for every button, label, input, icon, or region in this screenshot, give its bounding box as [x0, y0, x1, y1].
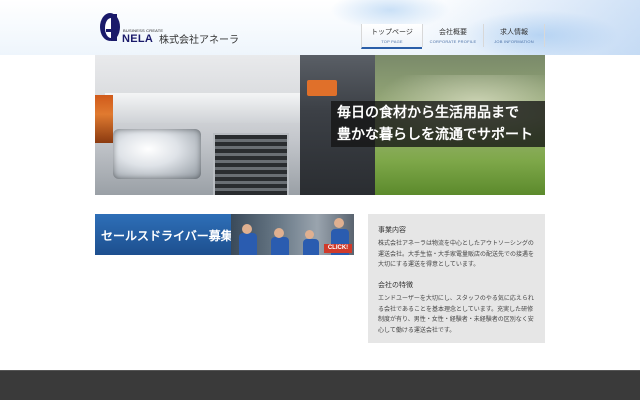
logo-wordmark: NELA: [122, 33, 154, 45]
company-name: 株式会社アネーラ: [159, 35, 239, 46]
nav-item-job-information[interactable]: 求人情報 JOB INFORMATION: [483, 24, 545, 47]
staff-head: [274, 228, 284, 238]
company-info-box: 事業内容 株式会社アネーラは物流を中心としたアウトソーシングの運送会社。大手生協…: [368, 214, 545, 343]
logo-mark-icon: [100, 13, 120, 41]
business-section-title: 事業内容: [378, 226, 406, 234]
nav-item-label: トップページ: [371, 28, 413, 36]
site-footer: [0, 370, 640, 400]
staff-head: [334, 218, 344, 228]
hero-caption: 毎日の食材から生活用品まで 豊かな暮らしを流通でサポート: [331, 101, 545, 147]
staff-head: [305, 230, 314, 239]
features-section-body: エンドユーザーを大切にし、スタッフのやる気に応えられる会社であることを基本理念と…: [378, 295, 534, 334]
staff-head: [242, 224, 252, 234]
nav-item-sublabel: CORPORATE PROFILE: [429, 39, 477, 44]
staff-figure: [239, 233, 257, 255]
staff-figure: [271, 237, 289, 255]
nav-item-top-page[interactable]: トップページ TOP PAGE: [361, 24, 422, 49]
nav-item-corporate-profile[interactable]: 会社概要 CORPORATE PROFILE: [422, 24, 483, 47]
hero-caption-line1: 毎日の食材から生活用品まで: [337, 105, 519, 121]
nav-item-sublabel: TOP PAGE: [381, 39, 403, 44]
truck-turn-signal: [95, 95, 113, 143]
staff-figure: [303, 239, 319, 255]
hero-caption-line2: 豊かな暮らしを流通でサポート: [337, 127, 533, 143]
global-nav: トップページ TOP PAGE 会社概要 CORPORATE PROFILE 求…: [361, 24, 545, 49]
business-section-body: 株式会社アネーラは物流を中心としたアウトソーシングの運送会社。大手生協・大手家電…: [378, 240, 535, 268]
click-badge: CLICK!: [324, 244, 352, 253]
features-section-title: 会社の特徴: [378, 281, 413, 289]
truck-grille: [213, 133, 289, 195]
recruit-banner-title: セールスドライバー募集: [101, 229, 233, 243]
site-header: BUSINESS CREATE NELA 株式会社アネーラ トップページ TOP…: [95, 0, 545, 55]
nav-item-label: 求人情報: [500, 28, 528, 36]
second-truck-lamp: [307, 80, 337, 96]
hero-image: 毎日の食材から生活用品まで 豊かな暮らしを流通でサポート: [95, 55, 545, 195]
truck-hood: [105, 93, 305, 123]
nav-item-label: 会社概要: [439, 28, 467, 36]
truck-headlight: [113, 129, 201, 179]
recruit-banner[interactable]: セールスドライバー募集 CLICK!: [95, 214, 354, 255]
site-logo[interactable]: BUSINESS CREATE NELA: [99, 12, 163, 45]
nav-item-sublabel: JOB INFORMATION: [494, 39, 534, 44]
